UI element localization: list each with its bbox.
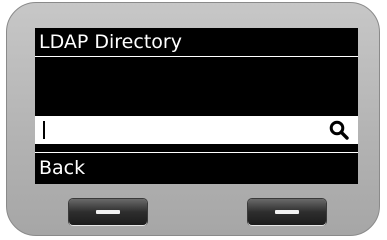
search-input[interactable] — [47, 116, 328, 144]
softkey-label-left: Back — [35, 152, 358, 184]
screen-title: LDAP Directory — [35, 28, 358, 57]
dash-icon — [96, 210, 120, 214]
display-screen: LDAP Directory Back — [35, 28, 358, 184]
left-softkey-button[interactable] — [69, 199, 147, 225]
search-icon[interactable] — [328, 119, 350, 141]
search-field[interactable] — [35, 116, 358, 144]
right-softkey-button[interactable] — [248, 199, 326, 225]
dash-icon — [275, 210, 299, 214]
text-caret — [43, 121, 45, 139]
